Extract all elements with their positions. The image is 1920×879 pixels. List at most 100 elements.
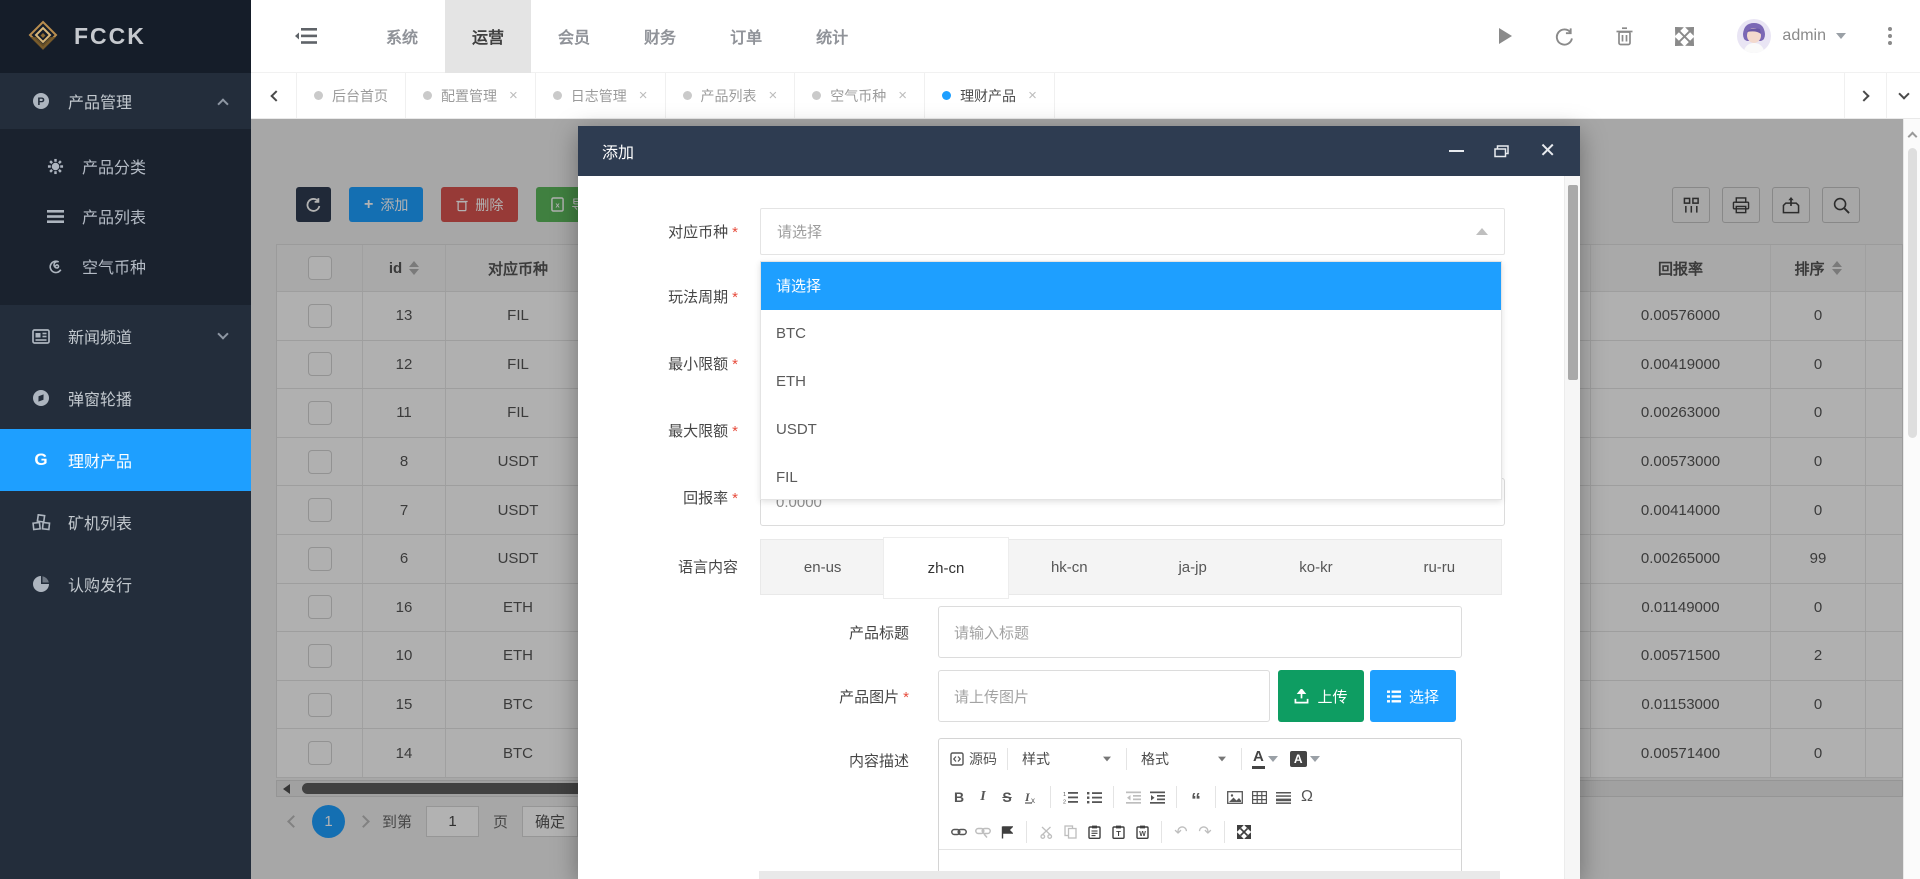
product-title-input[interactable]: 请输入标题 xyxy=(938,606,1462,658)
tabs-scroll-left[interactable] xyxy=(251,73,297,118)
editor-toolbar-row-2: B I S Ix 12 xyxy=(939,779,1461,815)
nav-item-statistics[interactable]: 统计 xyxy=(789,0,875,73)
restore-icon[interactable] xyxy=(1494,145,1509,158)
scrollbar-thumb[interactable] xyxy=(1908,148,1917,438)
anchor-flag-icon[interactable] xyxy=(995,819,1019,845)
dropdown-option-usdt[interactable]: USDT xyxy=(761,405,1501,453)
dropdown-option-fil[interactable]: FIL xyxy=(761,453,1501,501)
image-button[interactable] xyxy=(1223,784,1247,810)
lang-tab-en-us[interactable]: en-us xyxy=(761,540,884,594)
paste-icon[interactable] xyxy=(1082,819,1106,845)
strikethrough-button[interactable]: S xyxy=(995,784,1019,810)
user-menu[interactable]: admin xyxy=(1736,18,1846,54)
sidebar-item-air-coin[interactable]: 空气币种 xyxy=(0,241,251,291)
dialog-header[interactable]: 添加 ✕ xyxy=(578,126,1580,176)
fullscreen-icon[interactable] xyxy=(1675,27,1694,46)
tabs-menu-dropdown[interactable] xyxy=(1886,73,1920,118)
tab-product-list[interactable]: 产品列表 × xyxy=(666,73,796,118)
sidebar-item-wealth-product[interactable]: G 理财产品 xyxy=(0,429,251,491)
tab-close-icon[interactable]: × xyxy=(1028,87,1037,104)
tab-close-icon[interactable]: × xyxy=(769,87,778,104)
cubes-icon xyxy=(30,514,52,531)
tab-close-icon[interactable]: × xyxy=(639,87,648,104)
sidebar-item-label: 产品分类 xyxy=(82,154,146,178)
more-dots-icon[interactable] xyxy=(1888,27,1892,45)
tab-dashboard[interactable]: 后台首页 xyxy=(297,73,406,118)
sidebar-item-product-category[interactable]: 产品分类 xyxy=(0,141,251,191)
numbered-list-icon[interactable]: 12 xyxy=(1058,784,1082,810)
lang-tab-ko-kr[interactable]: ko-kr xyxy=(1254,540,1377,594)
spiral-icon xyxy=(44,258,66,275)
sidebar-item-news-channel[interactable]: 新闻频道 xyxy=(0,305,251,367)
indent-icon[interactable] xyxy=(1145,784,1169,810)
paste-word-icon[interactable]: W xyxy=(1130,819,1154,845)
sidebar-item-subscription-issue[interactable]: 认购发行 xyxy=(0,553,251,615)
tab-close-icon[interactable]: × xyxy=(509,87,518,104)
nav-item-system[interactable]: 系统 xyxy=(359,0,445,73)
upload-button[interactable]: 上传 xyxy=(1278,670,1364,722)
outdent-icon[interactable] xyxy=(1121,784,1145,810)
refresh-icon[interactable] xyxy=(1555,27,1574,46)
tab-wealth-product[interactable]: 理财产品 × xyxy=(925,73,1055,118)
tab-air-coin[interactable]: 空气币种 × xyxy=(795,73,925,118)
nav-item-finance[interactable]: 财务 xyxy=(617,0,703,73)
horizontal-rule-button[interactable] xyxy=(1271,784,1295,810)
lang-tab-ja-jp[interactable]: ja-jp xyxy=(1131,540,1254,594)
unlink-icon[interactable] xyxy=(971,819,995,845)
nav-item-operation[interactable]: 运营 xyxy=(445,0,531,73)
blockquote-button[interactable]: “ xyxy=(1184,788,1208,814)
rich-text-editor: 源码 样式 格式 A xyxy=(938,738,1462,879)
close-icon[interactable]: ✕ xyxy=(1539,141,1556,161)
undo-icon[interactable]: ↶ xyxy=(1169,819,1193,845)
source-button[interactable]: 源码 xyxy=(947,746,1000,772)
minimize-icon[interactable] xyxy=(1449,150,1464,152)
dialog-scrollbar[interactable] xyxy=(1564,176,1580,879)
field-label-coin: 对应币种* xyxy=(578,221,738,242)
tab-log-manage[interactable]: 日志管理 × xyxy=(536,73,666,118)
scroll-up-arrow-icon[interactable] xyxy=(1907,132,1917,142)
choose-button[interactable]: 选择 xyxy=(1370,670,1456,722)
lang-tab-hk-cn[interactable]: hk-cn xyxy=(1008,540,1131,594)
sidebar-item-product-list[interactable]: 产品列表 xyxy=(0,191,251,241)
page-scrollbar[interactable] xyxy=(1903,119,1920,879)
nav-item-member[interactable]: 会员 xyxy=(531,0,617,73)
cut-icon[interactable] xyxy=(1034,819,1058,845)
pie-chart-icon xyxy=(30,575,52,593)
special-char-button[interactable]: Ω xyxy=(1295,784,1319,810)
remove-format-button[interactable]: Ix xyxy=(1019,784,1043,810)
copy-icon[interactable] xyxy=(1058,819,1082,845)
sidebar-item-miner-list[interactable]: 矿机列表 xyxy=(0,491,251,553)
coin-select[interactable]: 请选择 xyxy=(760,208,1505,255)
italic-button[interactable]: I xyxy=(971,784,995,810)
sidebar-item-popup-carousel[interactable]: 弹窗轮播 xyxy=(0,367,251,429)
dropdown-option-btc[interactable]: BTC xyxy=(761,310,1501,358)
style-dropdown[interactable]: 样式 xyxy=(1015,746,1119,772)
lang-tab-ru-ru[interactable]: ru-ru xyxy=(1378,540,1501,594)
dropdown-option-eth[interactable]: ETH xyxy=(761,358,1501,406)
product-image-input[interactable]: 请上传图片 xyxy=(938,670,1270,722)
dropdown-option-placeholder[interactable]: 请选择 xyxy=(761,262,1501,310)
bg-color-button[interactable]: A xyxy=(1287,746,1323,772)
bold-button[interactable]: B xyxy=(947,784,971,810)
brand-logo[interactable]: FCCK xyxy=(0,0,251,73)
paste-text-icon[interactable]: T xyxy=(1106,819,1130,845)
text-color-button[interactable]: A xyxy=(1249,746,1281,772)
sidebar-item-label: 新闻频道 xyxy=(68,324,132,348)
scrollbar-thumb[interactable] xyxy=(1568,185,1578,380)
redo-icon[interactable]: ↷ xyxy=(1193,819,1217,845)
sidebar-item-label: 矿机列表 xyxy=(68,510,132,534)
collapse-menu-icon[interactable] xyxy=(295,27,317,45)
nav-item-order[interactable]: 订单 xyxy=(703,0,789,73)
maximize-editor-icon[interactable] xyxy=(1232,819,1256,845)
format-dropdown[interactable]: 格式 xyxy=(1134,746,1234,772)
link-icon[interactable] xyxy=(947,819,971,845)
table-button[interactable] xyxy=(1247,784,1271,810)
trash-icon[interactable] xyxy=(1616,27,1633,46)
lang-tab-zh-cn[interactable]: zh-cn xyxy=(884,538,1007,598)
tabs-scroll-right[interactable] xyxy=(1844,73,1886,118)
tab-config-manage[interactable]: 配置管理 × xyxy=(406,73,536,118)
play-icon[interactable] xyxy=(1497,27,1513,45)
bullet-list-icon[interactable] xyxy=(1082,784,1106,810)
sidebar-item-product-manage[interactable]: P 产品管理 xyxy=(0,73,251,129)
tab-close-icon[interactable]: × xyxy=(898,87,907,104)
